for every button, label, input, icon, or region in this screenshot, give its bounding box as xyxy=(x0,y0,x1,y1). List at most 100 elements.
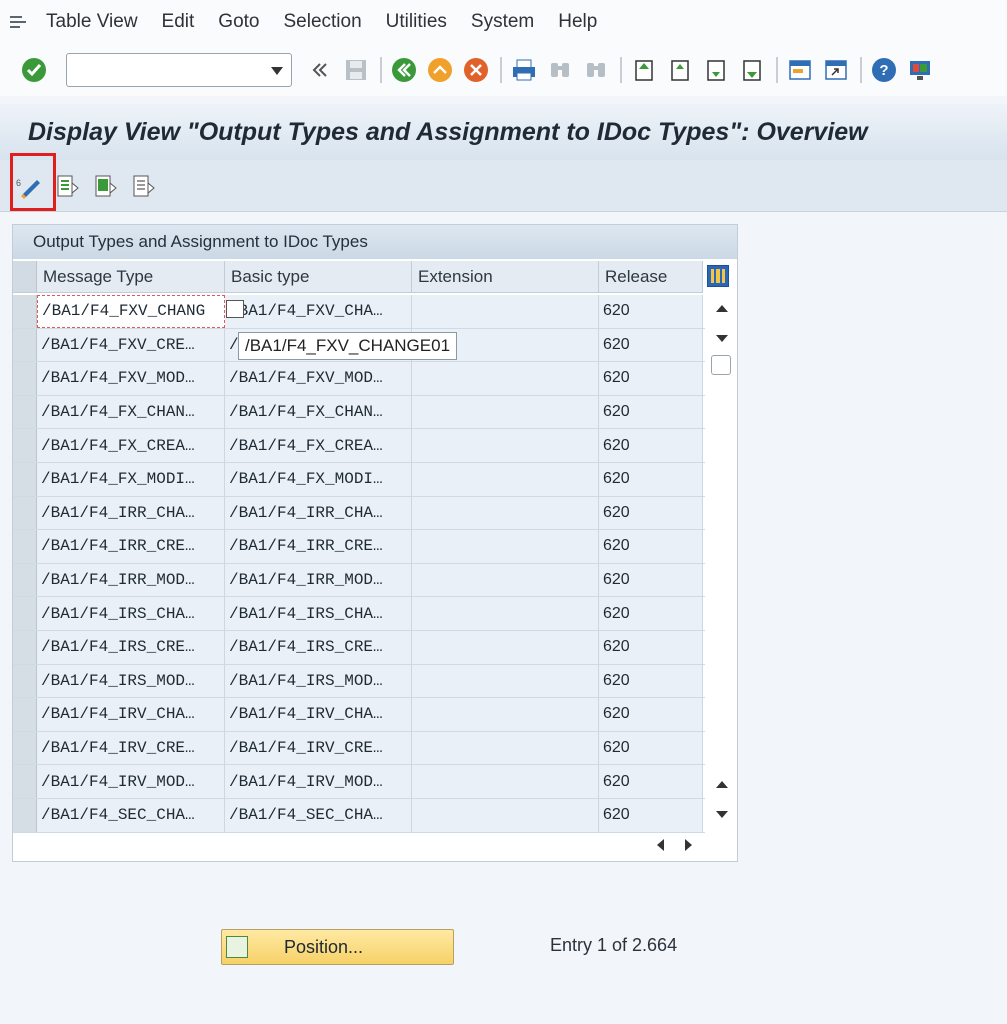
message-type-cell[interactable]: /BA1/F4_IRS_CHA… xyxy=(37,597,225,630)
release-cell[interactable]: 620 xyxy=(599,563,703,597)
copy-icon[interactable] xyxy=(226,300,244,318)
extension-cell[interactable] xyxy=(412,429,599,462)
basic-type-cell[interactable]: /BA1/F4_IRR_CHA… xyxy=(225,496,412,530)
message-type-cell[interactable]: /BA1/F4_FXV_MOD… xyxy=(37,362,225,395)
basic-type-cell[interactable]: /BA1/F4_IRV_CRE… xyxy=(225,731,412,765)
extension-cell[interactable] xyxy=(412,530,599,563)
table-row[interactable]: /BA1/F4_FX_CREA…/BA1/F4_FX_CREA… 620 xyxy=(13,429,705,463)
scroll-right-icon[interactable] xyxy=(685,839,692,851)
release-cell[interactable]: 620 xyxy=(599,530,703,563)
row-selector[interactable] xyxy=(13,698,37,731)
basic-type-cell[interactable]: /BA1/F4_IRV_CHA… xyxy=(225,698,412,731)
message-type-cell[interactable]: /BA1/F4_FXV_CHANG xyxy=(37,295,225,328)
basic-type-cell[interactable]: /BA1/F4_FX_MODI… xyxy=(225,462,412,496)
row-selector[interactable] xyxy=(13,798,37,832)
menu-system[interactable]: System xyxy=(471,11,534,33)
basic-type-cell[interactable]: /BA1/F4_IRS_MOD… xyxy=(225,664,412,698)
release-cell[interactable]: 620 xyxy=(599,664,703,698)
extension-cell[interactable] xyxy=(412,395,599,429)
row-selector[interactable] xyxy=(13,462,37,496)
save-icon[interactable] xyxy=(342,56,370,84)
extension-cell[interactable] xyxy=(412,597,599,630)
basic-type-cell[interactable]: /BA1/F4_SEC_CHA… xyxy=(225,798,412,832)
message-type-cell[interactable]: /BA1/F4_IRR_CRE… xyxy=(37,530,225,563)
next-page-icon[interactable] xyxy=(702,56,730,84)
extension-cell[interactable] xyxy=(412,765,599,798)
customize-layout-icon[interactable] xyxy=(906,56,934,84)
enter-check-icon[interactable] xyxy=(20,56,48,84)
previous-page-icon[interactable] xyxy=(666,56,694,84)
cancel-icon[interactable] xyxy=(462,56,490,84)
message-type-cell[interactable]: /BA1/F4_IRV_CRE… xyxy=(37,731,225,765)
table-row[interactable]: /BA1/F4_FX_MODI…/BA1/F4_FX_MODI… 620 xyxy=(13,462,705,497)
table-row[interactable]: /BA1/F4_IRV_MOD…/BA1/F4_IRV_MOD… 620 xyxy=(13,765,705,799)
basic-type-cell[interactable]: /BA1/F4_IRR_CRE… xyxy=(225,530,412,563)
release-cell[interactable]: 620 xyxy=(599,597,703,630)
table-row[interactable]: /BA1/F4_FXV_MOD…/BA1/F4_FXV_MOD… 620 xyxy=(13,362,705,396)
message-type-cell[interactable]: /BA1/F4_IRR_CHA… xyxy=(37,496,225,530)
release-cell[interactable]: 620 xyxy=(599,362,703,395)
deselect-all-icon[interactable] xyxy=(128,171,158,201)
position-button[interactable]: Position... xyxy=(221,929,454,965)
find-icon[interactable] xyxy=(546,56,574,84)
release-cell[interactable]: 620 xyxy=(599,328,703,362)
table-settings-icon[interactable] xyxy=(707,265,729,287)
find-next-icon[interactable] xyxy=(582,56,610,84)
scroll-left-icon[interactable] xyxy=(657,839,664,851)
scroll-page-down-icon[interactable] xyxy=(716,811,728,818)
scroll-thumb[interactable] xyxy=(711,355,731,375)
table-row[interactable]: /BA1/F4_IRS_CHA…/BA1/F4_IRS_CHA… 620 xyxy=(13,597,705,631)
message-type-cell[interactable]: /BA1/F4_IRS_CRE… xyxy=(37,630,225,664)
basic-type-cell[interactable]: /BA1/F4_IRV_MOD… xyxy=(225,765,412,798)
release-cell[interactable]: 620 xyxy=(599,765,703,798)
release-cell[interactable]: 620 xyxy=(599,731,703,765)
scroll-down-icon[interactable] xyxy=(716,335,728,342)
basic-type-cell[interactable]: /BA1/F4_FXV_MOD… xyxy=(225,362,412,395)
message-type-cell[interactable]: /BA1/F4_FX_MODI… xyxy=(37,462,225,496)
message-type-cell[interactable]: /BA1/F4_FX_CREA… xyxy=(37,429,225,462)
menu-goto[interactable]: Goto xyxy=(218,11,259,33)
release-cell[interactable]: 620 xyxy=(599,798,703,832)
row-selector[interactable] xyxy=(13,429,37,462)
table-row[interactable]: /BA1/F4_IRR_CRE…/BA1/F4_IRR_CRE… 620 xyxy=(13,530,705,564)
table-row[interactable]: /BA1/F4_IRR_CHA…/BA1/F4_IRR_CHA… 620 xyxy=(13,496,705,531)
table-row[interactable]: /BA1/F4_IRR_MOD…/BA1/F4_IRR_MOD… 620 xyxy=(13,563,705,598)
select-all-icon[interactable] xyxy=(52,171,82,201)
row-selector[interactable] xyxy=(13,496,37,530)
basic-type-cell[interactable]: /BA1/F4_IRS_CRE… xyxy=(225,630,412,664)
menu-help[interactable]: Help xyxy=(558,11,597,33)
row-selector[interactable] xyxy=(13,765,37,798)
menu-table-view[interactable]: Table View xyxy=(46,11,138,33)
column-header-extension[interactable]: Extension xyxy=(412,261,599,292)
column-header-message-type[interactable]: Message Type xyxy=(37,261,225,292)
table-row[interactable]: /BA1/F4_IRV_CHA…/BA1/F4_IRV_CHA… 620 xyxy=(13,698,705,732)
row-selector[interactable] xyxy=(13,630,37,664)
row-selector[interactable] xyxy=(13,731,37,765)
back-icon[interactable] xyxy=(390,56,418,84)
menu-edit[interactable]: Edit xyxy=(162,11,195,33)
basic-type-cell[interactable]: /BA1/F4_FX_CHAN… xyxy=(225,395,412,429)
horizontal-scrollbar[interactable] xyxy=(601,833,711,857)
row-selector[interactable] xyxy=(13,530,37,563)
extension-cell[interactable] xyxy=(412,496,599,530)
row-selector[interactable] xyxy=(13,328,37,362)
extension-cell[interactable] xyxy=(412,362,599,395)
menu-selection[interactable]: Selection xyxy=(284,11,362,33)
scroll-up-icon[interactable] xyxy=(716,305,728,312)
message-type-cell[interactable]: /BA1/F4_IRV_CHA… xyxy=(37,698,225,731)
release-cell[interactable]: 620 xyxy=(599,630,703,664)
vertical-scrollbar[interactable] xyxy=(707,295,737,831)
release-cell[interactable]: 620 xyxy=(599,462,703,496)
first-page-icon[interactable] xyxy=(630,56,658,84)
extension-cell[interactable] xyxy=(412,798,599,832)
table-row[interactable]: /BA1/F4_IRS_CRE…/BA1/F4_IRS_CRE… 620 xyxy=(13,630,705,665)
extension-cell[interactable] xyxy=(412,731,599,765)
menu-utilities[interactable]: Utilities xyxy=(386,11,447,33)
row-selector[interactable] xyxy=(13,295,37,328)
message-type-cell[interactable]: /BA1/F4_IRV_MOD… xyxy=(37,765,225,798)
message-type-cell[interactable]: /BA1/F4_IRR_MOD… xyxy=(37,563,225,597)
menu-icon[interactable] xyxy=(8,11,30,33)
release-cell[interactable]: 620 xyxy=(599,429,703,462)
create-session-icon[interactable] xyxy=(786,56,814,84)
select-block-icon[interactable] xyxy=(90,171,120,201)
